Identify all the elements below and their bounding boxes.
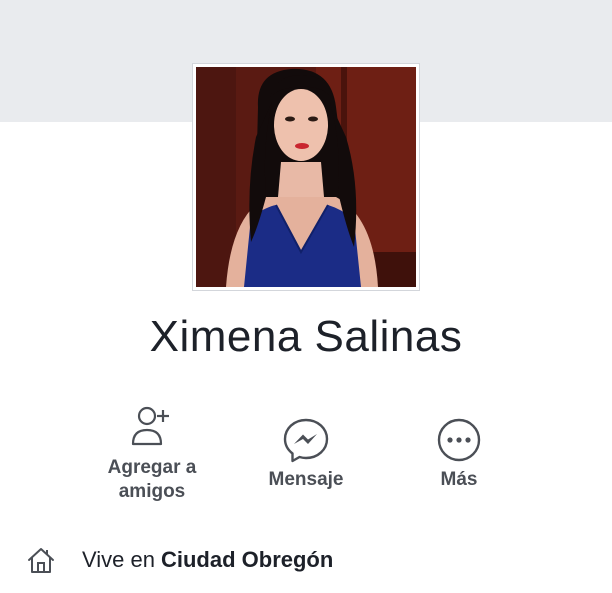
profile-photo-image xyxy=(196,67,416,287)
profile-name: Ximena Salinas xyxy=(149,312,463,361)
profile-picture[interactable] xyxy=(192,63,420,291)
more-label: Más xyxy=(440,469,478,490)
lives-in-text: Vive en Ciudad Obregón xyxy=(82,547,333,573)
more-icon xyxy=(437,418,481,462)
lives-in-city[interactable]: Ciudad Obregón xyxy=(161,547,333,572)
more-button[interactable]: Más xyxy=(384,404,534,492)
message-button[interactable]: Mensaje xyxy=(231,404,381,492)
profile-page: Ximena Salinas Agregar a amigos Mensaje xyxy=(0,0,612,593)
lives-in-row[interactable]: Vive en Ciudad Obregón xyxy=(26,540,586,580)
lives-in-prefix: Vive en xyxy=(82,547,155,572)
add-friend-label-line2: amigos xyxy=(118,481,186,502)
message-label: Mensaje xyxy=(268,469,344,490)
messenger-icon xyxy=(283,418,329,463)
add-friend-icon xyxy=(131,406,169,446)
home-icon xyxy=(28,548,54,573)
profile-actions: Agregar a amigos Mensaje Más xyxy=(0,404,612,514)
add-friend-label-line1: Agregar a xyxy=(107,457,197,478)
add-friend-button[interactable]: Agregar a amigos xyxy=(77,404,227,504)
